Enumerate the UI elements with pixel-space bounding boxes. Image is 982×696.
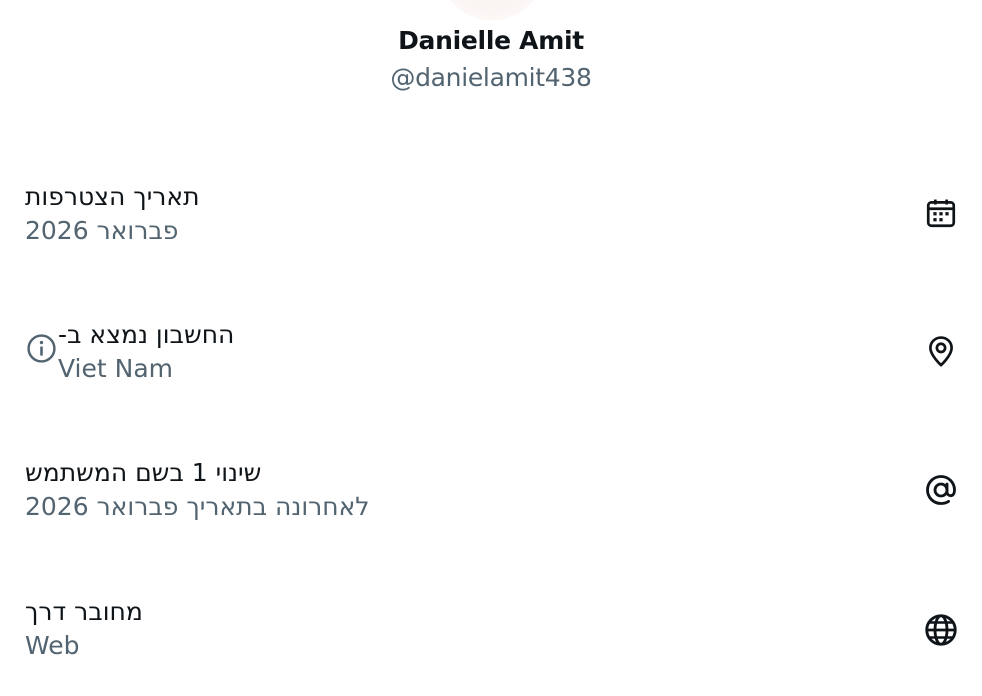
connected-via-row: מחובר דרך Web — [0, 595, 982, 675]
globe-icon — [920, 609, 962, 651]
calendar-icon — [920, 192, 962, 234]
location-pin-icon — [920, 330, 962, 372]
display-name: Danielle Amit — [398, 26, 584, 55]
profile-header: Danielle Amit @danielamit438 — [0, 24, 982, 95]
at-sign-icon — [920, 469, 962, 511]
connected-via-label: מחובר דרך — [25, 597, 143, 626]
username-changes-text: שינוי 1 בשם המשתמש לאחרונה בתאריך פברואר… — [25, 456, 370, 524]
account-location-text: החשבון נמצא ב- Viet Nam — [58, 318, 234, 386]
username-changes-label: שינוי 1 בשם המשתמש — [25, 458, 262, 487]
avatar[interactable] — [440, 0, 544, 20]
account-location-row: החשבון נמצא ב- Viet Nam — [0, 318, 982, 398]
connected-via-text: מחובר דרך Web — [25, 595, 143, 663]
joined-date-label: תאריך הצטרפות — [25, 182, 200, 211]
username-handle: @danielamit438 — [390, 63, 592, 92]
account-location-value: Viet Nam — [58, 354, 174, 383]
joined-date-row: תאריך הצטרפות פברואר 2026 — [0, 180, 982, 260]
info-icon[interactable] — [25, 332, 58, 365]
joined-date-value: פברואר 2026 — [25, 216, 179, 245]
connected-via-value: Web — [25, 631, 80, 660]
username-changes-value: לאחרונה בתאריך פברואר 2026 — [25, 492, 370, 521]
username-changes-row: שינוי 1 בשם המשתמש לאחרונה בתאריך פברואר… — [0, 456, 982, 536]
joined-date-text: תאריך הצטרפות פברואר 2026 — [25, 180, 200, 248]
account-location-label: החשבון נמצא ב- — [58, 320, 235, 349]
